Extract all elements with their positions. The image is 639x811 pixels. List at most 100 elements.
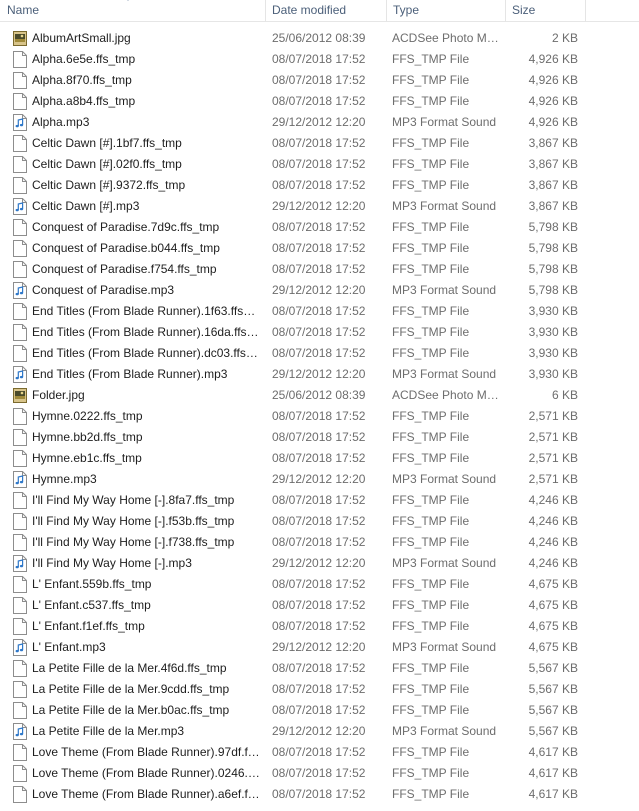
file-size: 5,567 KB (528, 703, 578, 717)
file-date-modified: 08/07/2018 17:52 (272, 262, 366, 276)
column-header-type[interactable]: Type (386, 0, 505, 22)
file-type: FFS_TMP File (392, 430, 470, 444)
blank-file-icon (13, 177, 27, 194)
file-row[interactable]: Celtic Dawn [#].02f0.ffs_tmp 08/07/2018 1… (0, 154, 639, 175)
file-row[interactable]: L' Enfant.f1ef.ffs_tmp 08/07/2018 17:52 FF… (0, 616, 639, 637)
file-date-modified: 08/07/2018 17:52 (272, 241, 366, 255)
file-name: End Titles (From Blade Runner).16da.ffs_… (32, 325, 260, 339)
file-row[interactable]: Alpha.8f70.ffs_tmp 08/07/2018 17:52 FFS_TM… (0, 70, 639, 91)
file-row[interactable]: Love Theme (From Blade Runner).a6ef.ffs.… (0, 784, 639, 805)
file-date-modified: 29/12/2012 12:20 (272, 199, 366, 213)
column-divider[interactable] (585, 0, 586, 22)
file-rows: AlbumArtSmall.jpg 25/06/2012 08:39 ACDSee … (0, 28, 639, 805)
file-row[interactable]: Hymne.mp3 29/12/2012 12:20 MP3 Format Soun… (0, 469, 639, 490)
file-row[interactable]: Alpha.6e5e.ffs_tmp 08/07/2018 17:52 FFS_TM… (0, 49, 639, 70)
file-type: FFS_TMP File (392, 598, 470, 612)
file-row[interactable]: AlbumArtSmall.jpg 25/06/2012 08:39 ACDSee … (0, 28, 639, 49)
file-row[interactable]: Conquest of Paradise.mp3 29/12/2012 12:20… (0, 280, 639, 301)
file-type: MP3 Format Sound (392, 724, 497, 738)
file-name: La Petite Fille de la Mer.9cdd.ffs_tmp (32, 682, 230, 696)
file-row[interactable]: Folder.jpg 25/06/2012 08:39 ACDSee Photo M… (0, 385, 639, 406)
file-row[interactable]: Hymne.0222.ffs_tmp 08/07/2018 17:52 FFS_TM… (0, 406, 639, 427)
column-header-bar: Name Date modified Type Size (0, 0, 639, 22)
file-name: Alpha.6e5e.ffs_tmp (32, 52, 136, 66)
file-row[interactable]: End Titles (From Blade Runner).1f63.ffs_… (0, 301, 639, 322)
file-size: 4,246 KB (528, 535, 578, 549)
file-row[interactable]: I'll Find My Way Home [-].mp3 29/12/2012 … (0, 553, 639, 574)
file-date-modified: 25/06/2012 08:39 (272, 31, 366, 45)
blank-file-icon (13, 660, 27, 677)
file-row[interactable]: I'll Find My Way Home [-].8fa7.ffs_tmp 08… (0, 490, 639, 511)
file-date-modified: 08/07/2018 17:52 (272, 787, 366, 801)
file-date-modified: 08/07/2018 17:52 (272, 577, 366, 591)
file-type: FFS_TMP File (392, 325, 470, 339)
file-row[interactable]: La Petite Fille de la Mer.9cdd.ffs_tmp 08… (0, 679, 639, 700)
file-row[interactable]: Hymne.eb1c.ffs_tmp 08/07/2018 17:52 FFS_TM… (0, 448, 639, 469)
file-row[interactable]: Alpha.mp3 29/12/2012 12:20 MP3 Format Soun… (0, 112, 639, 133)
file-row[interactable]: L' Enfant.mp3 29/12/2012 12:20 MP3 Format … (0, 637, 639, 658)
file-type: ACDSee Photo Ma... (392, 31, 500, 45)
file-date-modified: 08/07/2018 17:52 (272, 430, 366, 444)
file-name: Love Theme (From Blade Runner).a6ef.ffs.… (32, 787, 260, 801)
file-type: FFS_TMP File (392, 262, 470, 276)
file-size: 4,926 KB (528, 52, 578, 66)
file-row[interactable]: End Titles (From Blade Runner).dc03.ffs_… (0, 343, 639, 364)
file-type: FFS_TMP File (392, 157, 470, 171)
file-row[interactable]: End Titles (From Blade Runner).16da.ffs_… (0, 322, 639, 343)
file-size: 4,926 KB (528, 94, 578, 108)
blank-file-icon (13, 72, 27, 89)
file-size: 2,571 KB (528, 472, 578, 486)
file-size: 5,798 KB (528, 241, 578, 255)
file-type: MP3 Format Sound (392, 367, 497, 381)
file-row[interactable]: L' Enfant.c537.ffs_tmp 08/07/2018 17:52 FF… (0, 595, 639, 616)
column-header-name[interactable]: Name (0, 0, 265, 22)
file-row[interactable]: Alpha.a8b4.ffs_tmp 08/07/2018 17:52 FFS_TM… (0, 91, 639, 112)
file-row[interactable]: End Titles (From Blade Runner).mp3 29/12/… (0, 364, 639, 385)
file-date-modified: 08/07/2018 17:52 (272, 766, 366, 780)
file-row[interactable]: Love Theme (From Blade Runner).97df.ffs.… (0, 742, 639, 763)
file-type: FFS_TMP File (392, 493, 470, 507)
file-row[interactable]: Celtic Dawn [#].mp3 29/12/2012 12:20 MP3 F… (0, 196, 639, 217)
file-row[interactable]: Conquest of Paradise.f754.ffs_tmp 08/07/2… (0, 259, 639, 280)
file-row[interactable]: La Petite Fille de la Mer.b0ac.ffs_tmp 08… (0, 700, 639, 721)
blank-file-icon (13, 240, 27, 257)
file-type: FFS_TMP File (392, 514, 470, 528)
blank-file-icon (13, 324, 27, 341)
file-row[interactable]: La Petite Fille de la Mer.4f6d.ffs_tmp 08… (0, 658, 639, 679)
file-name: I'll Find My Way Home [-].mp3 (32, 556, 192, 570)
file-size: 4,617 KB (528, 787, 578, 801)
file-name: I'll Find My Way Home [-].f738.ffs_tmp (32, 535, 235, 549)
column-header-size[interactable]: Size (505, 0, 585, 22)
file-row[interactable]: I'll Find My Way Home [-].f738.ffs_tmp 08… (0, 532, 639, 553)
file-row[interactable]: Love Theme (From Blade Runner).0246.ffs.… (0, 763, 639, 784)
image-file-icon (13, 30, 27, 47)
file-row[interactable]: L' Enfant.559b.ffs_tmp 08/07/2018 17:52 FF… (0, 574, 639, 595)
file-row[interactable]: Celtic Dawn [#].9372.ffs_tmp 08/07/2018 1… (0, 175, 639, 196)
blank-file-icon (13, 702, 27, 719)
file-row[interactable]: La Petite Fille de la Mer.mp3 29/12/2012 … (0, 721, 639, 742)
file-name: End Titles (From Blade Runner).1f63.ffs_… (32, 304, 260, 318)
file-size: 3,867 KB (528, 157, 578, 171)
audio-file-icon (13, 639, 27, 656)
file-name: Alpha.mp3 (32, 115, 90, 129)
file-name: End Titles (From Blade Runner).mp3 (32, 367, 228, 381)
file-size: 3,930 KB (528, 346, 578, 360)
file-date-modified: 29/12/2012 12:20 (272, 472, 366, 486)
file-type: MP3 Format Sound (392, 472, 497, 486)
file-row[interactable]: Celtic Dawn [#].1bf7.ffs_tmp 08/07/2018 1… (0, 133, 639, 154)
file-size: 4,246 KB (528, 493, 578, 507)
blank-file-icon (13, 450, 27, 467)
file-name: Celtic Dawn [#].1bf7.ffs_tmp (32, 136, 182, 150)
file-size: 4,617 KB (528, 766, 578, 780)
column-header-date-modified[interactable]: Date modified (265, 0, 386, 22)
file-size: 4,926 KB (528, 115, 578, 129)
file-size: 3,930 KB (528, 325, 578, 339)
blank-file-icon (13, 597, 27, 614)
file-size: 5,798 KB (528, 262, 578, 276)
file-row[interactable]: Hymne.bb2d.ffs_tmp 08/07/2018 17:52 FFS_TM… (0, 427, 639, 448)
file-name: Alpha.8f70.ffs_tmp (32, 73, 132, 87)
file-row[interactable]: I'll Find My Way Home [-].f53b.ffs_tmp 08… (0, 511, 639, 532)
file-row[interactable]: Conquest of Paradise.b044.ffs_tmp 08/07/2… (0, 238, 639, 259)
file-row[interactable]: Conquest of Paradise.7d9c.ffs_tmp 08/07/2… (0, 217, 639, 238)
file-size: 5,798 KB (528, 220, 578, 234)
